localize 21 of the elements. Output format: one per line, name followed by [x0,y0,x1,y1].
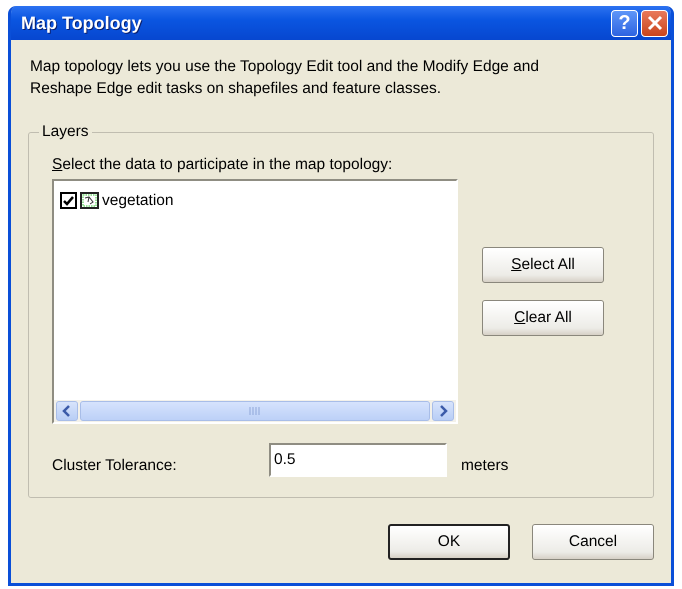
dialog-button[interactable]: Cancel [532,524,654,560]
input-field[interactable]: 0.5 [269,442,447,477]
group-label: Layers [39,122,92,142]
dialog-button[interactable]: OK [388,524,510,560]
layer-icon [80,192,99,210]
layer-list[interactable]: vegetation [52,179,458,424]
action-button[interactable]: Select All [482,247,604,283]
horizontal-scrollbar[interactable] [54,400,456,422]
field-label: Cluster Tolerance: [52,456,178,476]
checkbox[interactable] [60,192,77,210]
prompt-label: Select the data to participate in the map topology: [52,155,394,175]
window-title: Map Topology [21,12,143,35]
scroll-thumb[interactable] [80,401,430,421]
close-icon [646,15,662,31]
description-text: Map topology lets you use the Topology Edit tool and the Modify Edge and Reshape Edge edit tasks on shapefiles and feature classes. [30,57,540,99]
close-button[interactable] [641,10,668,36]
scroll-right-icon[interactable] [432,401,454,421]
unit-label: meters [461,456,508,476]
scroll-left-icon[interactable] [56,401,78,421]
action-button[interactable]: Clear All [482,300,604,336]
layer-name[interactable]: vegetation [102,189,174,212]
